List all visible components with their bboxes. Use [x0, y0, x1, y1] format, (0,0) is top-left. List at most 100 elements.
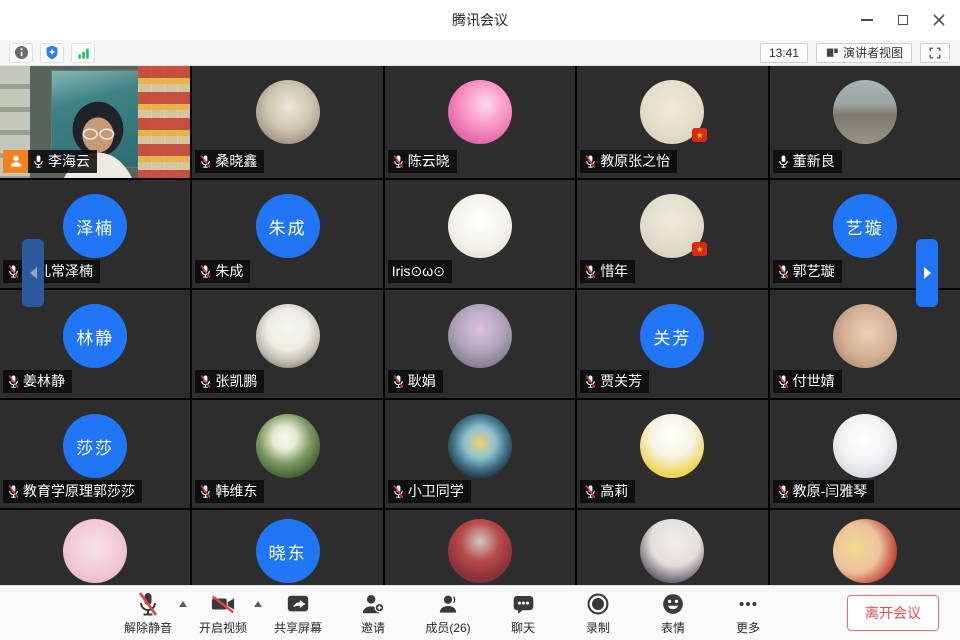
nameplate-text: 姜林静: [3, 370, 72, 394]
toolbar: 解除静音 开启视频 共享屏幕邀请成员(26) 聊天录制 表情 更多 离开会议: [0, 585, 960, 640]
mic-muted-icon: [199, 264, 212, 279]
nameplate-text: 小卫同学: [388, 480, 471, 504]
toolbar-item-more[interactable]: 更多: [722, 591, 774, 636]
nameplate-text: 教育学原理郭莎莎: [3, 480, 142, 504]
nameplate: 张凯鹏: [195, 370, 264, 394]
previous-page-button[interactable]: [22, 239, 44, 307]
participant-tile[interactable]: 小卫同学: [385, 400, 575, 508]
maximize-icon: [898, 15, 908, 25]
participant-tile[interactable]: [385, 510, 575, 585]
participant-tile[interactable]: [577, 510, 767, 585]
nameplate-text: 少儿常泽楠: [3, 260, 100, 284]
nameplate-text: 教原张之怡: [580, 150, 677, 174]
view-mode-button[interactable]: 演讲者视图: [816, 43, 912, 63]
nameplate-text: 教原-闫雅琴: [773, 480, 875, 504]
toolbar-item-share-screen[interactable]: 共享屏幕: [272, 591, 324, 636]
chat-icon: [511, 591, 536, 618]
participant-name: 张凯鹏: [215, 373, 257, 391]
signal-bars-icon: [76, 46, 91, 60]
toolbar-item-chat[interactable]: 聊天: [497, 591, 549, 636]
participant-tile[interactable]: [0, 510, 190, 585]
meeting-info-button[interactable]: [9, 43, 33, 63]
camera-off-icon: [209, 591, 237, 618]
avatar-initials: 林静: [63, 304, 127, 368]
participant-tile[interactable]: 陈云晓: [385, 66, 575, 178]
nameplate-text: 李海云: [28, 150, 97, 174]
participant-tile[interactable]: [770, 510, 960, 585]
toolbar-item-label: 表情: [661, 619, 685, 636]
avatar-photo: ★: [640, 80, 704, 144]
mic-muted-icon: [7, 264, 20, 279]
toolbar-item-mic-muted[interactable]: 解除静音: [122, 591, 174, 636]
view-mode-label: 演讲者视图: [843, 44, 903, 61]
participant-tile[interactable]: 教原-闫雅琴: [770, 400, 960, 508]
nameplate: 贾关芳: [580, 370, 649, 394]
emoji-icon: [661, 591, 685, 618]
participant-tile[interactable]: Iris⊙ω⊙: [385, 180, 575, 288]
toolbar-item-camera-off[interactable]: 开启视频: [197, 591, 249, 636]
participant-tile[interactable]: 晓东: [192, 510, 382, 585]
toolbar-item-emoji[interactable]: 表情: [647, 591, 699, 636]
participant-tile[interactable]: 韩维东: [192, 400, 382, 508]
info-icon: [14, 45, 29, 60]
toolbar-item-label: 解除静音: [124, 619, 172, 636]
toolbar-item-record[interactable]: 录制: [572, 591, 624, 636]
mic-muted-icon: [584, 154, 597, 169]
mic-muted-icon: [392, 154, 405, 169]
participant-name: 教育学原理郭莎莎: [23, 483, 135, 501]
participant-name: 惜年: [600, 263, 628, 281]
window-controls: [856, 0, 950, 40]
participant-tile[interactable]: 朱成朱成: [192, 180, 382, 288]
participant-tile[interactable]: 耿娟: [385, 290, 575, 398]
mic-muted-icon: [199, 154, 212, 169]
mic-muted-icon: [777, 264, 790, 279]
fullscreen-button[interactable]: [920, 43, 950, 63]
participant-tile[interactable]: 张凯鹏: [192, 290, 382, 398]
leave-meeting-button[interactable]: 离开会议: [847, 595, 939, 631]
meeting-window: 腾讯会议 13:41 演讲者视图: [0, 0, 960, 640]
avatar-text: 泽楠: [76, 214, 114, 239]
mic-muted-options-caret[interactable]: [179, 601, 187, 607]
participant-tile[interactable]: 董新良: [770, 66, 960, 178]
avatar-photo: [833, 80, 897, 144]
next-page-button[interactable]: [916, 239, 938, 307]
shield-icon: [45, 45, 59, 60]
nameplate: 郭艺璇: [773, 260, 842, 284]
avatar-photo: [640, 519, 704, 583]
minimize-button[interactable]: [856, 9, 878, 31]
toolbar-item-label: 录制: [586, 619, 610, 636]
participant-name: 耿娟: [408, 373, 436, 391]
participant-tile[interactable]: 莎莎教育学原理郭莎莎: [0, 400, 190, 508]
avatar-initials: 莎莎: [63, 414, 127, 478]
participant-tile[interactable]: 桑晓鑫: [192, 66, 382, 178]
participant-name: 小卫同学: [408, 483, 464, 501]
nameplate: 陈云晓: [388, 150, 457, 174]
toolbar-item-label: 开启视频: [199, 619, 247, 636]
nameplate: 高莉: [580, 480, 635, 504]
nameplate-text: 桑晓鑫: [195, 150, 264, 174]
network-signal-button[interactable]: [71, 43, 95, 63]
participant-name: 韩维东: [215, 483, 257, 501]
flag-badge: ★: [692, 128, 707, 142]
close-button[interactable]: [928, 9, 950, 31]
participant-name: 高莉: [600, 483, 628, 501]
speaker-view-icon: [825, 46, 839, 60]
toolbar-item-members[interactable]: 成员(26): [422, 591, 474, 636]
participant-tile[interactable]: 高莉: [577, 400, 767, 508]
avatar-initials: 关芳: [640, 304, 704, 368]
avatar-photo: [833, 414, 897, 478]
participant-tile[interactable]: ★惜年: [577, 180, 767, 288]
participant-tile[interactable]: 李海云: [0, 66, 190, 178]
camera-off-options-caret[interactable]: [254, 601, 262, 607]
maximize-button[interactable]: [892, 9, 914, 31]
toolbar-item-invite[interactable]: 邀请: [347, 591, 399, 636]
security-button[interactable]: [40, 43, 64, 63]
nameplate: 耿娟: [388, 370, 443, 394]
fullscreen-icon: [929, 47, 941, 59]
participant-tile[interactable]: ★ 教原张之怡: [577, 66, 767, 178]
participant-name: 贾关芳: [600, 373, 642, 391]
mic-muted-icon: [584, 484, 597, 499]
participant-tile[interactable]: 关芳贾关芳: [577, 290, 767, 398]
chevron-right-icon: [924, 267, 931, 279]
avatar-photo: [448, 304, 512, 368]
